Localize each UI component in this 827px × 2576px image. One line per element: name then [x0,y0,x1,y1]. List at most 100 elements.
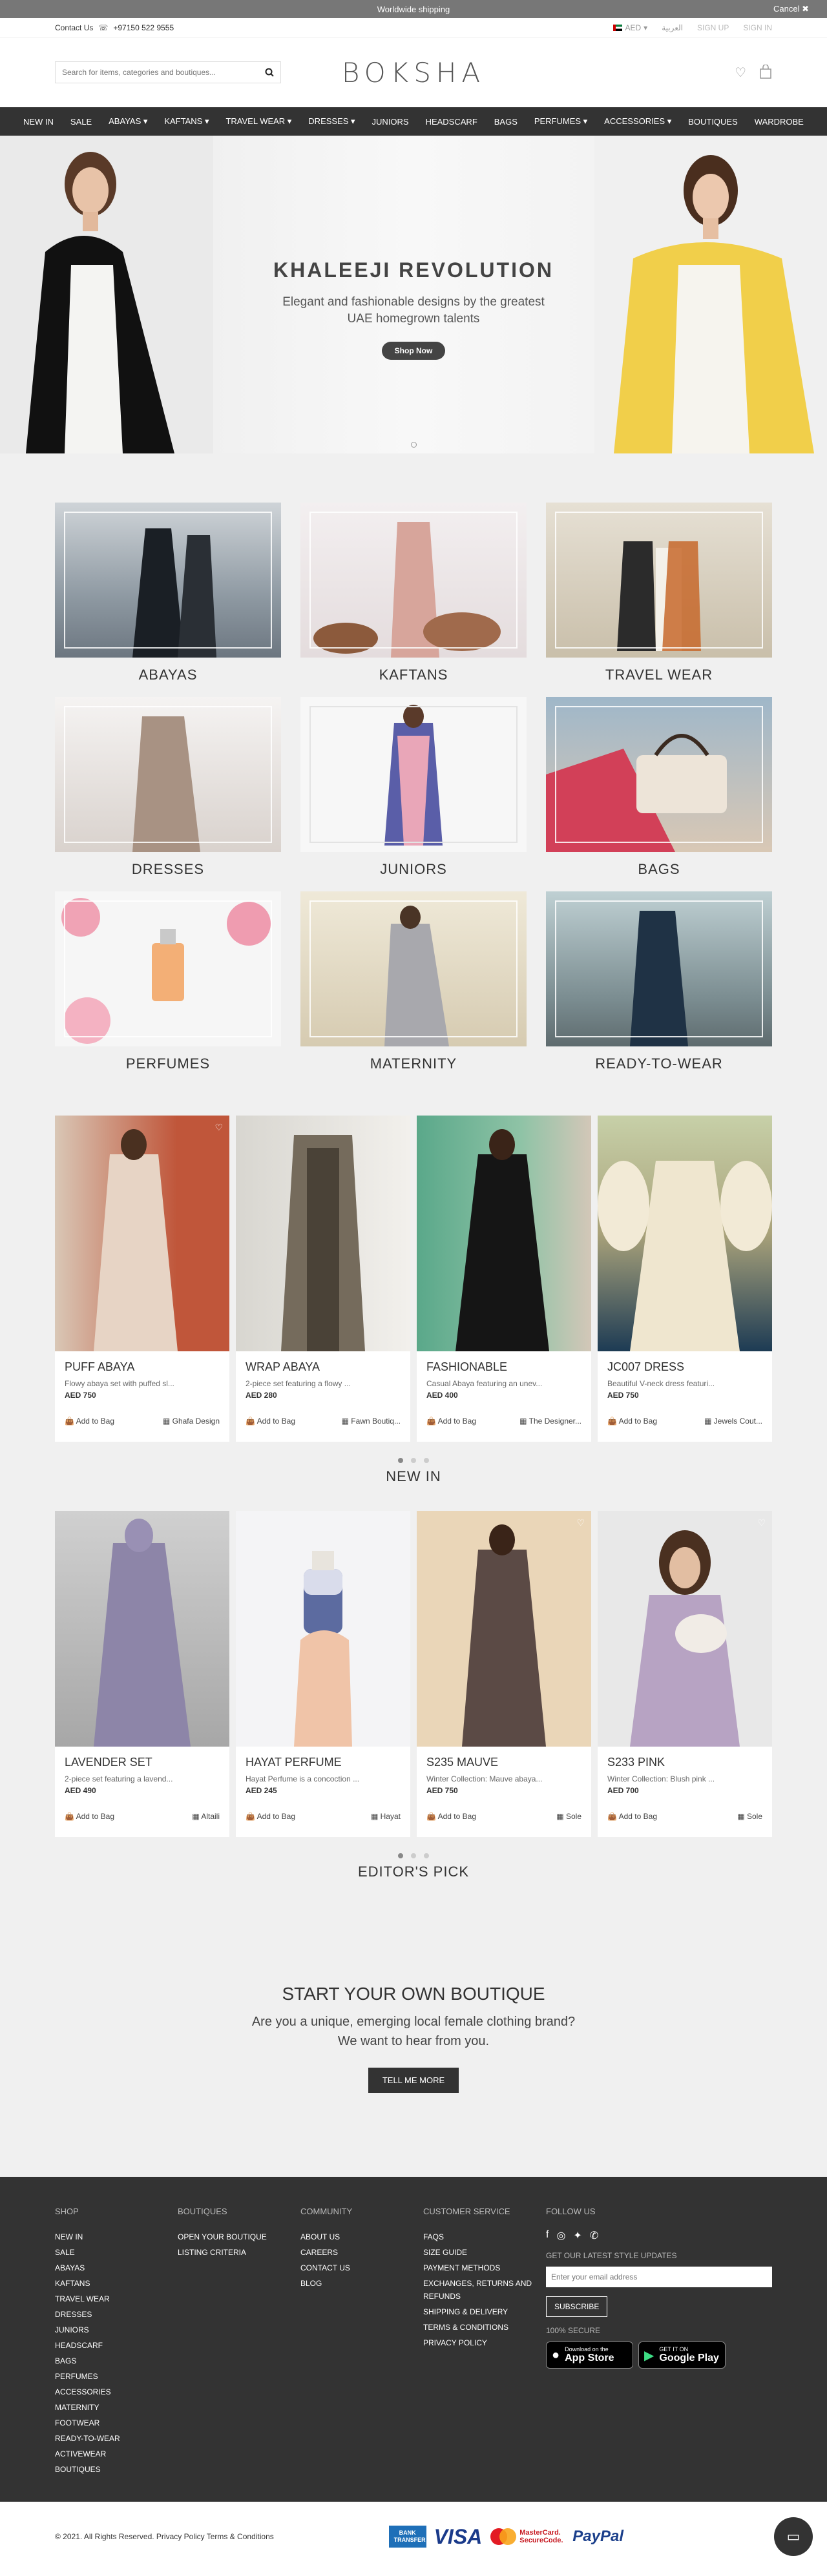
shopping-bag-icon[interactable] [759,64,772,79]
product-card[interactable]: JC007 DRESS Beautiful V-neck dress featu… [598,1116,772,1442]
cancel-banner-button[interactable]: Cancel ✖ [773,4,809,14]
product-card[interactable]: LAVENDER SET 2-piece set featuring a lav… [55,1511,229,1837]
add-to-bag-button[interactable]: 👜 Add to Bag [246,1417,295,1426]
footer-link[interactable]: OPEN YOUR BOUTIQUE [178,2229,300,2245]
footer-link[interactable]: ABAYAS [55,2260,178,2276]
add-to-bag-button[interactable]: 👜 Add to Bag [65,1417,114,1426]
nav-headscarf[interactable]: HEADSCARF [426,117,477,127]
carousel-dot[interactable] [398,1853,403,1858]
footer-link[interactable]: ABOUT US [300,2229,423,2245]
nav-accessories[interactable]: ACCESSORIES ▾ [604,116,671,127]
currency-selector[interactable]: AED ▾ [613,23,647,32]
search-input[interactable] [62,68,265,77]
category-ready-to-wear[interactable]: READY-TO-WEAR [546,891,772,1086]
footer-link[interactable]: HEADSCARF [55,2338,178,2353]
nav-perfumes[interactable]: PERFUMES ▾ [534,116,587,127]
product-name[interactable]: WRAP ABAYA [246,1360,401,1374]
signin-link[interactable]: SIGN IN [743,23,772,32]
footer-link[interactable]: EXCHANGES, RETURNS AND REFUNDS [423,2277,546,2303]
wishlist-heart-icon[interactable]: ♡ [215,1122,223,1133]
facebook-icon[interactable]: f [546,2229,549,2242]
boutique-link[interactable]: ▦ Jewels Cout... [704,1417,762,1426]
product-name[interactable]: LAVENDER SET [65,1756,220,1769]
shop-now-button[interactable]: Shop Now [381,342,446,360]
category-juniors[interactable]: JUNIORS [300,697,527,891]
product-card[interactable]: ♡ PUFF ABAYA Flowy abaya set with puffed… [55,1116,229,1442]
footer-link[interactable]: KAFTANS [55,2276,178,2291]
footer-link[interactable]: CAREERS [300,2245,423,2260]
nav-travel-wear[interactable]: TRAVEL WEAR ▾ [225,116,291,127]
product-name[interactable]: PUFF ABAYA [65,1360,220,1374]
add-to-bag-button[interactable]: 👜 Add to Bag [426,1417,476,1426]
category-maternity[interactable]: MATERNITY [300,891,527,1086]
product-name[interactable]: S233 PINK [607,1756,762,1769]
footer-link[interactable]: BLOG [300,2276,423,2291]
product-name[interactable]: S235 MAUVE [426,1756,581,1769]
search-icon[interactable] [265,68,274,77]
product-card[interactable]: FASHIONABLE Casual Abaya featuring an un… [417,1116,591,1442]
category-abayas[interactable]: ABAYAS [55,503,281,697]
wishlist-heart-icon[interactable]: ♡ [735,65,746,81]
boutique-link[interactable]: ▦ Sole [737,1812,762,1821]
add-to-bag-button[interactable]: 👜 Add to Bag [607,1812,657,1821]
site-logo[interactable]: BOKSHA [342,57,485,88]
boutique-link[interactable]: ▦ Hayat [371,1812,401,1821]
category-kaftans[interactable]: KAFTANS [300,503,527,697]
footer-link[interactable]: PRIVACY POLICY [423,2335,546,2351]
product-name[interactable]: JC007 DRESS [607,1360,762,1374]
subscribe-button[interactable]: SUBSCRIBE [546,2296,608,2317]
footer-link[interactable]: BOUTIQUES [55,2462,178,2477]
whatsapp-icon[interactable]: ✆ [590,2229,598,2242]
add-to-bag-button[interactable]: 👜 Add to Bag [246,1812,295,1821]
product-name[interactable]: HAYAT PERFUME [246,1756,401,1769]
footer-link[interactable]: TRAVEL WEAR [55,2291,178,2307]
carousel-dot[interactable] [424,1458,429,1463]
footer-link[interactable]: TERMS & CONDITIONS [423,2320,546,2335]
phone-number[interactable]: +97150 522 9555 [113,23,174,32]
footer-link[interactable]: READY-TO-WEAR [55,2431,178,2446]
footer-link[interactable]: PERFUMES [55,2369,178,2384]
footer-link[interactable]: LISTING CRITERIA [178,2245,300,2260]
footer-link[interactable]: SIZE GUIDE [423,2245,546,2260]
app-store-badge[interactable]: ● Download on the App Store [546,2342,633,2369]
wishlist-heart-icon[interactable]: ♡ [757,1517,766,1528]
tell-me-more-button[interactable]: TELL ME MORE [368,2068,459,2093]
category-bags[interactable]: BAGS [546,697,772,891]
footer-link[interactable]: FAQS [423,2229,546,2245]
google-play-badge[interactable]: ▶ GET IT ON Google Play [638,2342,726,2369]
footer-link[interactable]: SALE [55,2245,178,2260]
product-card[interactable]: WRAP ABAYA 2-piece set featuring a flowy… [236,1116,410,1442]
language-link[interactable]: العربية [662,23,683,32]
add-to-bag-button[interactable]: 👜 Add to Bag [426,1812,476,1821]
footer-link[interactable]: DRESSES [55,2307,178,2322]
footer-link[interactable]: CONTACT US [300,2260,423,2276]
category-dresses[interactable]: DRESSES [55,697,281,891]
nav-boutiques[interactable]: BOUTIQUES [688,117,738,127]
footer-link[interactable]: NEW IN [55,2229,178,2245]
nav-new-in[interactable]: NEW IN [23,117,54,127]
footer-link[interactable]: ACCESSORIES [55,2384,178,2400]
nav-dresses[interactable]: DRESSES ▾ [308,116,355,127]
product-card[interactable]: ♡ S235 MAUVE Winter Collection: Mauve ab… [417,1511,591,1837]
add-to-bag-button[interactable]: 👜 Add to Bag [65,1812,114,1821]
footer-link[interactable]: PAYMENT METHODS [423,2260,546,2276]
add-to-bag-button[interactable]: 👜 Add to Bag [607,1417,657,1426]
signup-link[interactable]: SIGN UP [697,23,729,32]
category-travel-wear[interactable]: TRAVEL WEAR [546,503,772,697]
footer-link[interactable]: MATERNITY [55,2400,178,2415]
product-name[interactable]: FASHIONABLE [426,1360,581,1374]
newsletter-email-input[interactable] [546,2267,772,2287]
footer-link[interactable]: JUNIORS [55,2322,178,2338]
boutique-link[interactable]: ▦ Fawn Boutiq... [342,1417,401,1426]
category-perfumes[interactable]: PERFUMES [55,891,281,1086]
nav-sale[interactable]: SALE [70,117,92,127]
nav-kaftans[interactable]: KAFTANS ▾ [164,116,209,127]
product-card[interactable]: ♡ S233 PINK Winter Collection: Blush pin… [598,1511,772,1837]
nav-juniors[interactable]: JUNIORS [372,117,409,127]
chat-widget-button[interactable]: ▭ [774,2517,813,2556]
footer-link[interactable]: ACTIVEWEAR [55,2446,178,2462]
boutique-link[interactable]: ▦ Altaili [192,1812,220,1821]
wishlist-heart-icon[interactable]: ♡ [576,1517,585,1528]
carousel-dot[interactable] [411,1458,416,1463]
carousel-dot[interactable] [411,1853,416,1858]
